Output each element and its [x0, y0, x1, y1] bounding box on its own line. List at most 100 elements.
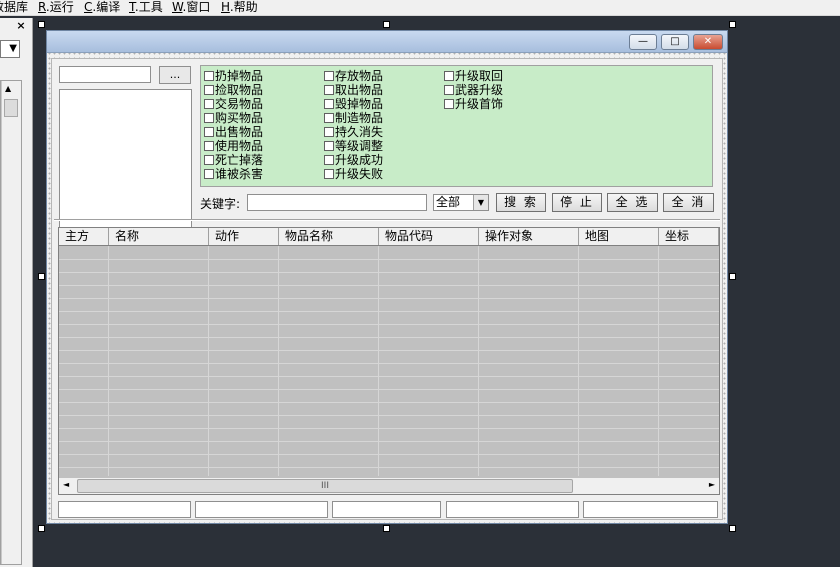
- menu-tools[interactable]: T.工具: [129, 0, 163, 16]
- checkbox-icon: [204, 85, 214, 95]
- filter-checkbox[interactable]: 购买物品: [204, 111, 263, 125]
- filter-checkbox[interactable]: 谁被杀害: [204, 167, 263, 181]
- column-header[interactable]: 动作: [209, 228, 279, 245]
- column-header[interactable]: 名称: [109, 228, 209, 245]
- keyword-input[interactable]: [247, 194, 427, 211]
- checkbox-icon: [324, 155, 334, 165]
- filter-panel: 扔掉物品 捡取物品 交易物品 购买物品 出售物品 使用物品 死亡掉落 谁被杀害 …: [200, 65, 713, 187]
- checkbox-icon: [324, 113, 334, 123]
- filter-checkbox[interactable]: 出售物品: [204, 125, 263, 139]
- minimize-button[interactable]: —: [629, 34, 657, 50]
- filter-checkbox[interactable]: 存放物品: [324, 69, 383, 83]
- filter-checkbox[interactable]: 毁掉物品: [324, 97, 383, 111]
- scroll-thumb[interactable]: [4, 99, 18, 117]
- resize-handle-se[interactable]: [729, 525, 736, 532]
- close-button[interactable]: ✕: [693, 34, 723, 50]
- checkbox-icon: [204, 113, 214, 123]
- select-all-button[interactable]: 全 选: [607, 193, 658, 212]
- filter-checkbox[interactable]: 制造物品: [324, 111, 383, 125]
- resize-handle-n[interactable]: [383, 21, 390, 28]
- filter-checkbox[interactable]: 捡取物品: [204, 83, 263, 97]
- checkbox-icon: [324, 99, 334, 109]
- column-header[interactable]: 物品名称: [279, 228, 379, 245]
- column-header[interactable]: 坐标: [659, 228, 719, 245]
- search-button[interactable]: 搜 索: [496, 193, 546, 212]
- menu-bar: 数据库 R.运行 C.编译 T.工具 W.窗口 H.帮助: [0, 0, 840, 16]
- client-area: ... 扔掉物品 捡取物品 交易物品 购买物品 出售物品 使用物品 死亡掉落 谁…: [51, 58, 723, 520]
- scope-select[interactable]: 全部 ▼: [433, 194, 489, 211]
- checkbox-icon: [324, 71, 334, 81]
- path-input[interactable]: [59, 66, 151, 83]
- resize-handle-e[interactable]: [729, 273, 736, 280]
- log-grid[interactable]: 主方 名称 动作 物品名称 物品代码 操作对象 地图 坐标 ◄ III ►: [58, 227, 720, 495]
- filter-checkbox[interactable]: 等级调整: [324, 139, 383, 153]
- checkbox-icon: [444, 85, 454, 95]
- status-field-2: [195, 501, 328, 518]
- menu-database[interactable]: 数据库: [0, 0, 28, 16]
- checkbox-icon: [324, 127, 334, 137]
- resize-handle-ne[interactable]: [729, 21, 736, 28]
- panel-combo[interactable]: ▼: [0, 40, 20, 58]
- minimize-icon: —: [638, 36, 648, 47]
- filter-checkbox[interactable]: 交易物品: [204, 97, 263, 111]
- scroll-up-icon[interactable]: ▲: [5, 84, 11, 93]
- scroll-right-icon[interactable]: ►: [709, 480, 715, 489]
- scope-selected: 全部: [436, 195, 461, 209]
- menu-help[interactable]: H.帮助: [221, 0, 258, 16]
- filter-checkbox[interactable]: 升级取回: [444, 69, 503, 83]
- menu-run[interactable]: R.运行: [38, 0, 74, 16]
- filter-checkbox[interactable]: 取出物品: [324, 83, 383, 97]
- scroll-thumb[interactable]: III: [77, 479, 573, 493]
- checkbox-icon: [204, 99, 214, 109]
- grid-header: 主方 名称 动作 物品名称 物品代码 操作对象 地图 坐标: [59, 228, 719, 246]
- panel-scrollbar[interactable]: ▲: [1, 81, 21, 564]
- checkbox-icon: [204, 71, 214, 81]
- panel-list[interactable]: ▲: [0, 80, 22, 565]
- menu-window[interactable]: W.窗口: [172, 0, 210, 16]
- resize-handle-s[interactable]: [383, 525, 390, 532]
- form-window: — □ ✕ ... 扔掉物品 捡取物品 交易物品 购买物品 出售物品 使用物品 …: [46, 30, 728, 524]
- column-header[interactable]: 物品代码: [379, 228, 479, 245]
- filter-checkbox[interactable]: 升级失败: [324, 167, 383, 181]
- column-header[interactable]: 主方: [59, 228, 109, 245]
- filter-checkbox[interactable]: 扔掉物品: [204, 69, 263, 83]
- resize-handle-nw[interactable]: [38, 21, 45, 28]
- filter-checkbox[interactable]: 升级首饰: [444, 97, 503, 111]
- checkbox-icon: [204, 127, 214, 137]
- scroll-left-icon[interactable]: ◄: [63, 480, 69, 489]
- checkbox-icon: [444, 99, 454, 109]
- browse-button[interactable]: ...: [159, 66, 191, 84]
- filter-checkbox[interactable]: 武器升级: [444, 83, 503, 97]
- grid-body[interactable]: [59, 246, 719, 476]
- status-field-1: [58, 501, 191, 518]
- chevron-down-icon: ▼: [473, 195, 488, 210]
- maximize-icon: □: [670, 36, 680, 47]
- maximize-button[interactable]: □: [661, 34, 689, 50]
- separator: [54, 219, 720, 221]
- horizontal-scrollbar[interactable]: ◄ III ►: [59, 477, 719, 494]
- checkbox-icon: [324, 85, 334, 95]
- checkbox-icon: [324, 141, 334, 151]
- column-header[interactable]: 地图: [579, 228, 659, 245]
- checkbox-icon: [324, 169, 334, 179]
- resize-handle-w[interactable]: [38, 273, 45, 280]
- column-header[interactable]: 操作对象: [479, 228, 579, 245]
- resize-handle-sw[interactable]: [38, 525, 45, 532]
- stop-button[interactable]: 停 止: [552, 193, 602, 212]
- close-icon[interactable]: ×: [15, 20, 27, 32]
- checkbox-icon: [204, 169, 214, 179]
- menu-compile[interactable]: C.编译: [84, 0, 120, 16]
- filter-checkbox[interactable]: 死亡掉落: [204, 153, 263, 167]
- checkbox-icon: [204, 155, 214, 165]
- window-titlebar[interactable]: — □ ✕: [47, 31, 727, 53]
- deselect-all-button[interactable]: 全 消: [663, 193, 714, 212]
- filter-checkbox[interactable]: 升级成功: [324, 153, 383, 167]
- checkbox-icon: [204, 141, 214, 151]
- filter-checkbox[interactable]: 持久消失: [324, 125, 383, 139]
- status-field-4: [446, 501, 579, 518]
- status-field-3: [332, 501, 441, 518]
- status-field-5: [583, 501, 718, 518]
- chevron-down-icon: ▼: [9, 43, 17, 54]
- left-dock-panel: × ▼ ▲: [0, 18, 33, 567]
- filter-checkbox[interactable]: 使用物品: [204, 139, 263, 153]
